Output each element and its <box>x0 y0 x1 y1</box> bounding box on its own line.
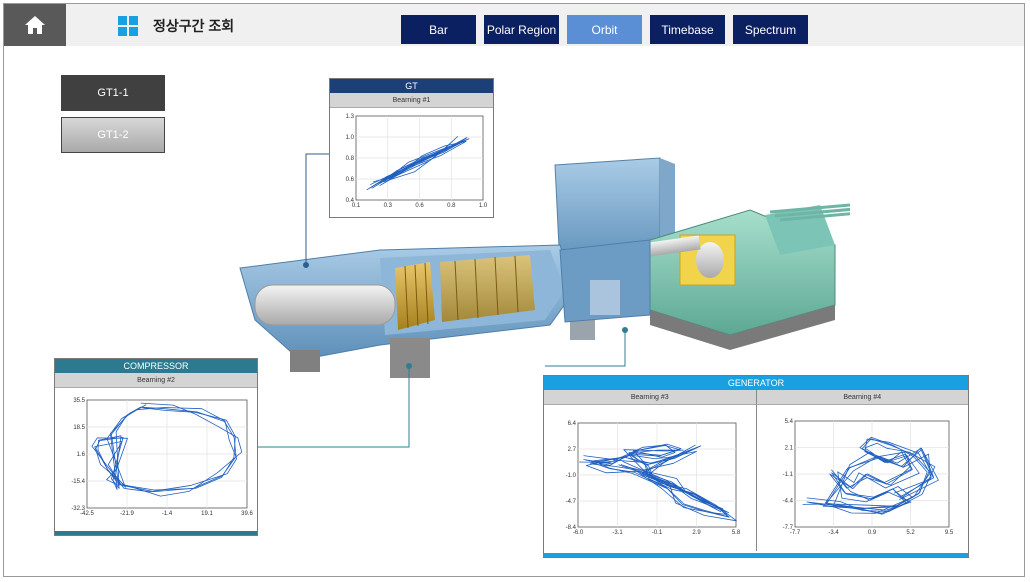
y-tick-label: -7.7 <box>782 525 793 531</box>
orbit-chart-bearing-1: 0.1 0.3 0.6 0.8 1.01.31.00.80.60.4 <box>346 114 488 209</box>
generator-panel: GENERATOR Bearning #3 Bearning #4 -6.0 -3… <box>543 375 969 558</box>
y-tick-label: 0.4 <box>346 198 355 204</box>
x-tick-label: -3.1 <box>612 530 623 536</box>
y-tick-label: 0.8 <box>346 156 355 162</box>
x-tick-label: 0.3 <box>384 203 393 209</box>
x-tick-label: 39.6 <box>241 511 253 517</box>
x-tick-label: -0.1 <box>652 530 663 536</box>
y-tick-label: -4.7 <box>566 499 577 505</box>
y-tick-label: 5.4 <box>784 419 793 425</box>
gt-panel-title: GT <box>330 79 493 93</box>
generator-panel-footer <box>544 553 968 557</box>
y-tick-label: 6.4 <box>568 421 577 427</box>
gt-panel-subtitle: Bearning #1 <box>330 93 493 108</box>
x-tick-label: -1.4 <box>162 511 173 517</box>
y-tick-label: 2.7 <box>568 447 577 453</box>
generator-panel-subtitle-3: Bearning #3 <box>544 390 757 405</box>
x-tick-label: 5.2 <box>906 530 915 536</box>
x-tick-label: -3.4 <box>828 530 839 536</box>
generator-panel-title: GENERATOR <box>544 376 968 390</box>
y-tick-label: -1.1 <box>782 472 793 478</box>
compressor-panel-subtitle: Bearning #2 <box>55 373 257 388</box>
y-tick-label: -8.4 <box>566 525 577 531</box>
y-tick-label: -15.4 <box>71 479 85 485</box>
y-tick-label: 0.6 <box>346 177 355 183</box>
x-tick-label: 1.0 <box>479 203 488 209</box>
y-tick-label: -4.4 <box>782 499 793 505</box>
generator-panel-subtitle-4: Bearning #4 <box>756 390 968 405</box>
y-tick-label: 1.3 <box>346 114 355 120</box>
y-tick-label: -1.0 <box>566 473 577 479</box>
gt-panel: GT Bearning #1 0.1 0.3 0.6 0.8 1.0 1.3 1.0 0.8 0… <box>329 78 494 218</box>
x-tick-label: 5.8 <box>732 530 741 536</box>
x-tick-label: 0.6 <box>415 203 424 209</box>
y-tick-label: 1.6 <box>77 452 86 458</box>
y-tick-label: 1.0 <box>346 135 355 141</box>
y-tick-label: 18.5 <box>73 425 85 431</box>
y-tick-label: -32.3 <box>71 506 85 512</box>
orbit-chart-bearing-3: -6.0 -3.1 -0.1 2.9 5.86.42.7-1.0-4.7-8.4 <box>566 405 757 551</box>
x-tick-label: 0.9 <box>867 530 876 536</box>
compressor-panel-footer <box>55 531 257 535</box>
compressor-panel: COMPRESSOR Bearning #2 -42.5 -21.9 -1.4 19.… <box>54 358 258 536</box>
x-tick-label: 19.1 <box>201 511 213 517</box>
x-tick-label: 0.8 <box>447 203 456 209</box>
y-tick-label: 2.1 <box>784 446 793 452</box>
x-tick-label: -21.9 <box>120 511 134 517</box>
orbit-chart-bearing-2: -42.5 -21.9 -1.4 19.1 39.635.518.51.6-15.4-3… <box>71 398 253 517</box>
y-tick-label: 35.5 <box>73 398 85 404</box>
orbit-chart-bearing-4: -7.7 -3.4 0.9 5.2 9.55.42.1-1.1-4.4-7.7 <box>782 419 953 536</box>
x-tick-label: 2.9 <box>692 530 701 536</box>
compressor-panel-title: COMPRESSOR <box>55 359 257 373</box>
x-tick-label: 9.5 <box>944 530 953 536</box>
